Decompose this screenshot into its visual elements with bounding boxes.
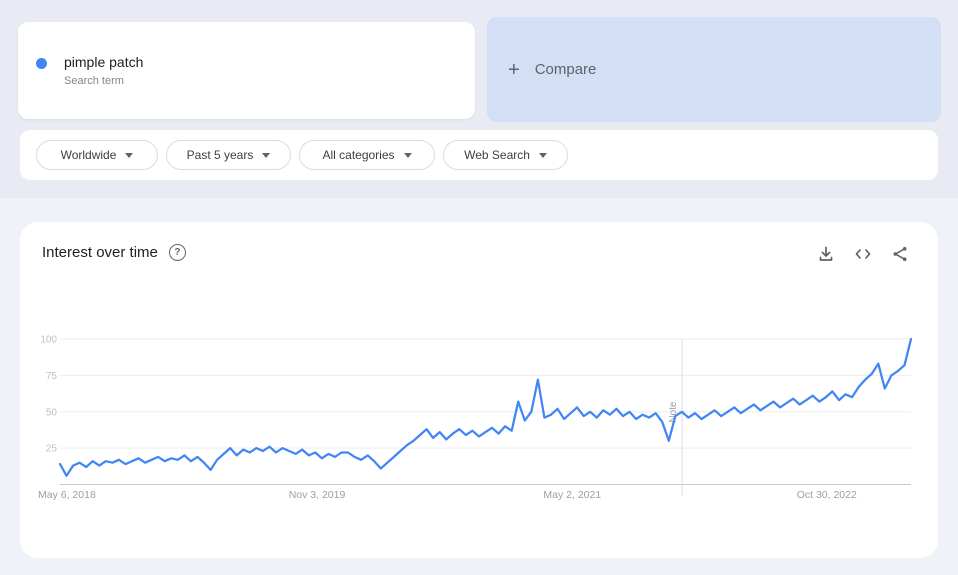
category-filter-label: All categories [322, 148, 394, 162]
svg-text:50: 50 [46, 407, 58, 418]
svg-text:May 6, 2018: May 6, 2018 [38, 489, 96, 501]
search-type-filter-dropdown[interactable]: Web Search [443, 140, 568, 170]
search-type-filter-label: Web Search [464, 148, 530, 162]
chevron-down-icon [262, 153, 270, 158]
time-filter-label: Past 5 years [187, 148, 254, 162]
time-filter-dropdown[interactable]: Past 5 years [166, 140, 291, 170]
svg-text:Nov 3, 2019: Nov 3, 2019 [289, 489, 346, 501]
svg-text:100: 100 [40, 335, 57, 346]
geo-filter-label: Worldwide [61, 148, 117, 162]
chevron-down-icon [125, 153, 133, 158]
search-term-type: Search term [64, 75, 124, 87]
category-filter-dropdown[interactable]: All categories [299, 140, 435, 170]
interest-over-time-chart[interactable]: 255075100NoteMay 6, 2018Nov 3, 2019May 2… [20, 222, 938, 558]
svg-text:25: 25 [46, 444, 58, 455]
plus-icon: + [508, 60, 520, 80]
header-section: pimple patch Search term + Compare World… [0, 0, 958, 198]
svg-text:75: 75 [46, 371, 58, 382]
compare-label: Compare [535, 61, 597, 78]
chevron-down-icon [539, 153, 547, 158]
search-term-card[interactable]: pimple patch Search term [18, 22, 475, 119]
svg-text:May 2, 2021: May 2, 2021 [543, 489, 601, 501]
geo-filter-dropdown[interactable]: Worldwide [36, 140, 158, 170]
chevron-down-icon [404, 153, 412, 158]
compare-add-button[interactable]: + Compare [487, 17, 941, 122]
series-color-dot [36, 58, 47, 69]
svg-text:Oct 30, 2022: Oct 30, 2022 [797, 489, 857, 501]
content-section: Interest over time ? [0, 198, 958, 575]
interest-over-time-panel: Interest over time ? [20, 222, 938, 558]
search-term-label: pimple patch [64, 54, 143, 70]
filter-bar: Worldwide Past 5 years All categories We… [20, 130, 938, 180]
